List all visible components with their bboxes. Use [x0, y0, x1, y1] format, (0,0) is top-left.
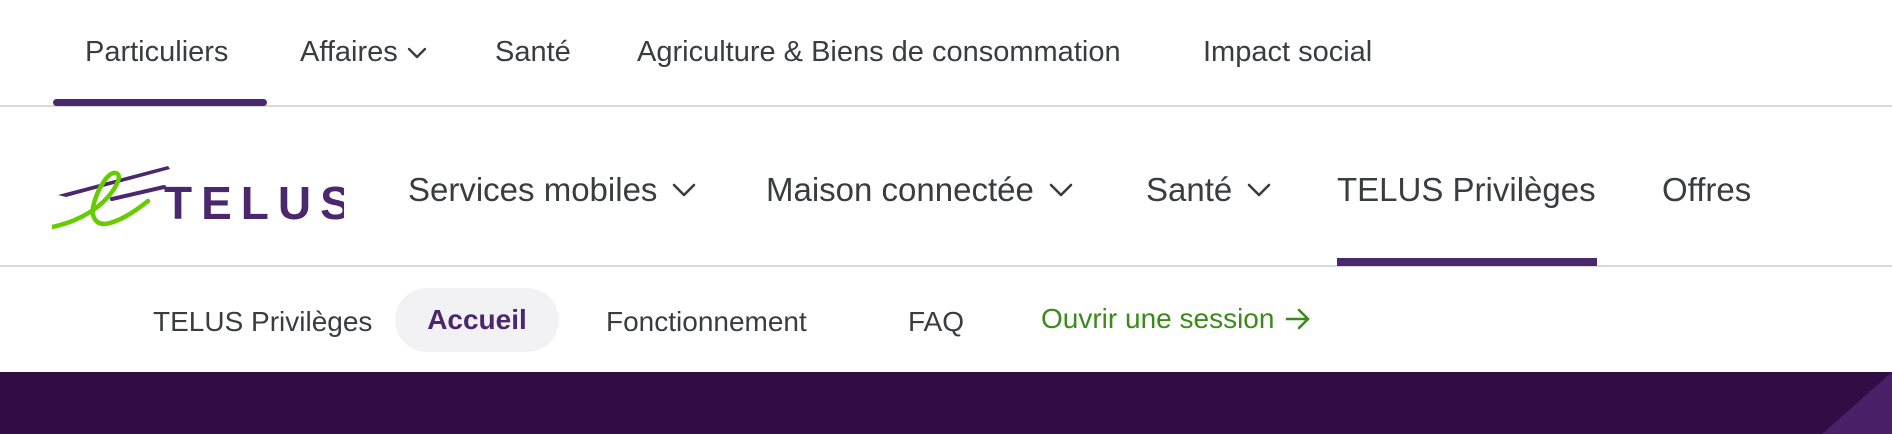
segment-label: Impact social	[1203, 36, 1373, 68]
nav-label: Santé	[1146, 171, 1233, 208]
telus-logo-icon: TELUS	[49, 166, 351, 230]
sub-nav-label: Fonctionnement	[606, 306, 807, 337]
arrow-right-icon	[1286, 308, 1310, 330]
segment-label: Particuliers	[85, 36, 229, 68]
chevron-down-icon	[407, 47, 426, 58]
logo-text: TELUS	[164, 177, 344, 229]
active-nav-indicator	[1337, 258, 1597, 266]
nav-label: Offres	[1662, 171, 1752, 208]
sub-nav-fonctionnement[interactable]: Fonctionnement	[606, 306, 807, 338]
banner-decoration	[1822, 372, 1892, 434]
segment-label: Santé	[495, 36, 571, 68]
login-link[interactable]: Ouvrir une session	[1041, 303, 1312, 335]
segment-link-sante[interactable]: Santé	[495, 36, 571, 69]
chevron-down-icon	[1247, 183, 1271, 197]
nav-maison-connectee[interactable]: Maison connectée	[766, 171, 1074, 209]
nav-label: Maison connectée	[766, 171, 1034, 208]
telus-logo[interactable]: TELUS	[49, 159, 351, 231]
nav-telus-privileges[interactable]: TELUS Privilèges	[1337, 171, 1596, 209]
segment-link-impact-social[interactable]: Impact social	[1203, 36, 1372, 69]
login-label: Ouvrir une session	[1041, 303, 1275, 334]
segment-label: Agriculture & Biens de consommation	[637, 36, 1121, 68]
main-nav: TELUS Services mobiles Maison connectée …	[0, 107, 1892, 267]
nav-sante[interactable]: Santé	[1146, 171, 1272, 209]
sub-nav-accueil[interactable]: Accueil	[395, 288, 559, 352]
segment-nav: Particuliers Affaires Santé Agriculture …	[0, 0, 1892, 107]
nav-label: Services mobiles	[408, 171, 658, 208]
sub-nav-label: Accueil	[427, 304, 527, 335]
hero-banner	[0, 372, 1892, 434]
segment-label: Affaires	[300, 36, 398, 68]
nav-label: TELUS Privilèges	[1337, 171, 1596, 208]
segment-link-affaires[interactable]: Affaires	[300, 36, 428, 69]
nav-offres[interactable]: Offres	[1662, 171, 1751, 209]
sub-nav-title: TELUS Privilèges	[153, 306, 373, 337]
chevron-down-icon	[1049, 183, 1073, 197]
chevron-down-icon	[673, 183, 696, 197]
sub-nav-label: FAQ	[908, 306, 965, 337]
sub-nav: TELUS Privilèges Accueil Fonctionnement …	[0, 267, 1892, 372]
segment-link-agriculture[interactable]: Agriculture & Biens de consommation	[637, 36, 1121, 69]
sub-nav-faq[interactable]: FAQ	[908, 306, 964, 338]
nav-services-mobiles[interactable]: Services mobiles	[408, 171, 697, 209]
active-segment-indicator	[53, 99, 267, 106]
segment-link-particuliers[interactable]: Particuliers	[85, 36, 228, 69]
